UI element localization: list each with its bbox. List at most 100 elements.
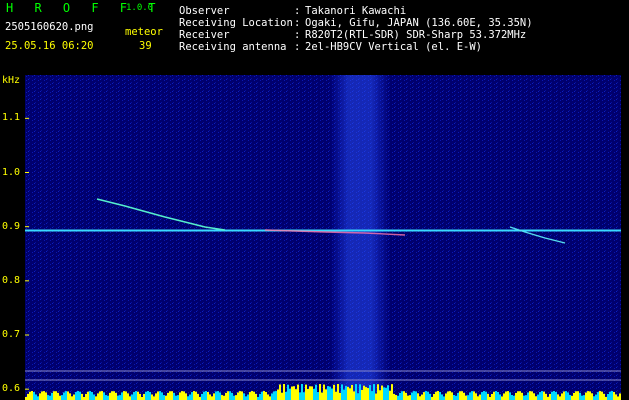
power-bar (261, 391, 263, 400)
power-bar (297, 384, 299, 400)
power-bar (417, 393, 419, 400)
power-bar (449, 391, 451, 400)
power-bar (387, 385, 389, 400)
power-bar (149, 392, 151, 400)
power-bar (33, 392, 35, 400)
power-bar (497, 391, 499, 400)
power-bar (307, 389, 309, 400)
power-bar (603, 393, 605, 400)
power-bar (225, 392, 227, 400)
count-label: 39 (139, 40, 152, 52)
power-bar (249, 392, 251, 400)
power-bar (347, 386, 349, 400)
power-bar (545, 393, 547, 400)
power-bar (185, 393, 187, 400)
power-bar (155, 393, 157, 400)
power-bar (475, 393, 477, 400)
power-bar (93, 394, 95, 400)
power-bar (485, 391, 487, 400)
power-bar (457, 392, 459, 400)
power-bar (377, 384, 379, 400)
power-bar (235, 395, 237, 400)
power-bar (537, 394, 539, 400)
power-bar (175, 395, 177, 400)
power-bar (439, 391, 441, 400)
noise-band (330, 75, 390, 395)
power-bar (511, 394, 513, 400)
power-bar (477, 396, 479, 400)
power-bar (325, 389, 327, 400)
power-bar (301, 384, 303, 400)
power-bar (287, 384, 289, 400)
power-bar (85, 393, 87, 400)
spectrogram-background (25, 75, 621, 400)
power-bar (595, 394, 597, 400)
power-bar (335, 391, 337, 400)
power-bar (279, 384, 281, 400)
power-bar (463, 392, 465, 400)
power-bar (407, 395, 409, 400)
power-bar (53, 391, 55, 400)
info-label-location: Receiving Location (179, 17, 293, 29)
power-bar (45, 392, 47, 400)
power-bar (519, 391, 521, 400)
power-bar (229, 391, 231, 400)
y-tick-label: 0.8 (2, 274, 21, 286)
power-bar (43, 391, 45, 400)
power-bar (491, 393, 493, 400)
power-bar (203, 391, 205, 400)
power-bar (459, 391, 461, 400)
power-bar (389, 390, 391, 400)
power-bar (39, 393, 41, 400)
power-bar (303, 392, 305, 400)
power-bar (205, 391, 207, 400)
power-bar (59, 395, 61, 400)
power-bar (263, 391, 265, 400)
power-bar (277, 389, 279, 400)
power-bar (345, 385, 347, 400)
power-bar (309, 386, 311, 400)
y-tick-label: 0.9 (2, 220, 21, 232)
power-bar (77, 391, 79, 400)
power-bar (565, 391, 567, 400)
power-bar (209, 394, 211, 400)
datetime-label: 25.05.16 06:20 (5, 40, 94, 52)
power-bar (215, 391, 217, 400)
power-bar (385, 387, 387, 400)
power-bar (391, 384, 393, 400)
power-bar (305, 384, 307, 400)
power-bar (167, 392, 169, 400)
power-bar (99, 391, 101, 400)
power-bar (113, 391, 115, 400)
power-bar (169, 391, 171, 400)
power-bar (593, 396, 595, 400)
power-bar (541, 391, 543, 400)
power-bar (275, 391, 277, 400)
power-bar (437, 391, 439, 400)
detector-label: meteor (125, 26, 163, 38)
power-bar (195, 391, 197, 400)
power-bar (109, 392, 111, 400)
power-bar (247, 394, 249, 400)
power-bar (581, 395, 583, 400)
power-bar (231, 392, 233, 400)
power-bar (291, 386, 293, 400)
power-bar (189, 394, 191, 400)
power-bar (315, 384, 317, 400)
power-bar (73, 394, 75, 400)
power-bar (601, 391, 603, 400)
y-tick-label: 0.7 (2, 329, 21, 340)
power-bar (379, 390, 381, 400)
power-bar (447, 391, 449, 400)
y-tick-label: 1.0 (2, 166, 21, 178)
power-bar (619, 393, 621, 400)
power-bar (343, 389, 345, 400)
info-colon: : (294, 5, 301, 17)
power-bar (323, 384, 325, 400)
power-bar (267, 394, 269, 400)
power-bar (597, 392, 599, 400)
power-bar (461, 391, 463, 400)
power-bar (443, 396, 445, 400)
power-bar (577, 391, 579, 400)
power-bar (363, 385, 365, 400)
